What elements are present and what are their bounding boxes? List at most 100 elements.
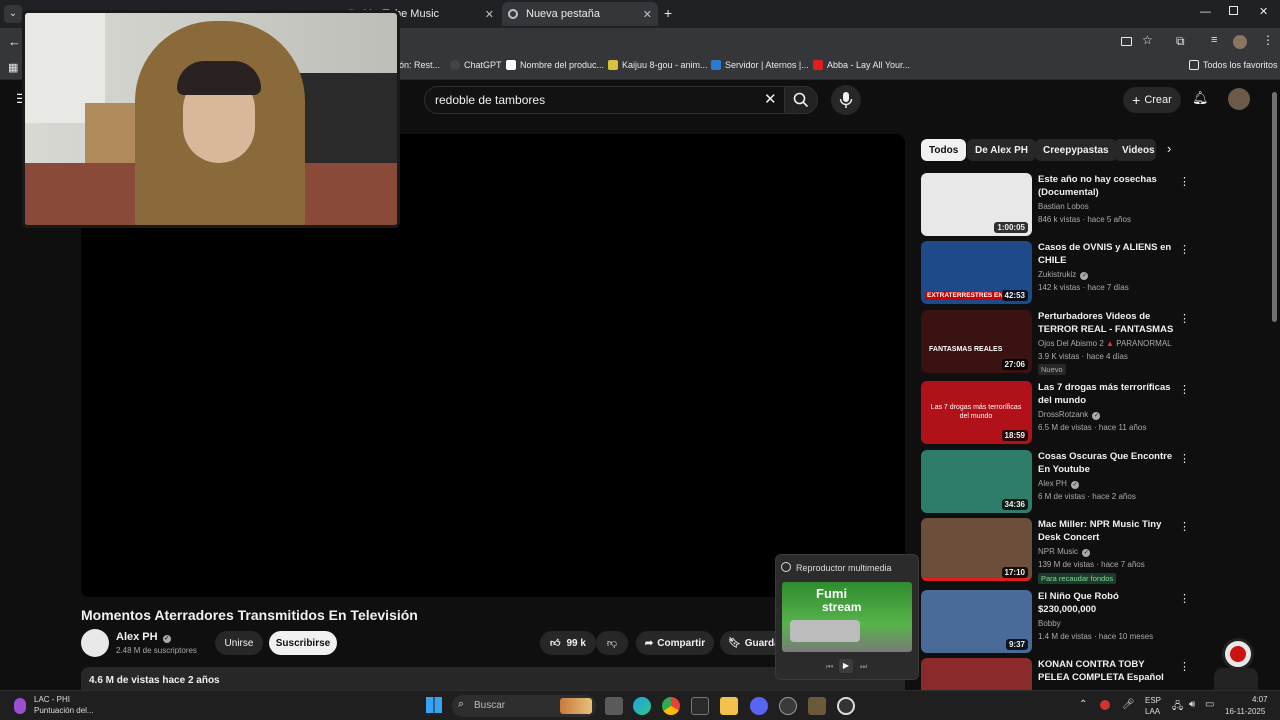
rec-channel[interactable]: Bastian Lobos (1038, 202, 1089, 211)
more-options-icon[interactable]: ⋮ (1179, 383, 1190, 396)
more-options-icon[interactable]: ⋮ (1179, 175, 1190, 188)
extensions-icon[interactable]: ⧉ (1176, 34, 1185, 49)
menu-kebab-icon[interactable]: ⋮ (1262, 33, 1274, 47)
apps-grid-icon[interactable]: ▦ (8, 61, 18, 74)
create-button[interactable]: + Crear (1123, 87, 1181, 113)
chip-from-channel[interactable]: De Alex PH (967, 139, 1036, 161)
tray-app-icon[interactable] (1100, 700, 1110, 710)
channel-avatar[interactable] (81, 629, 109, 657)
taskbar-search[interactable]: ⌕ Buscar (452, 695, 596, 717)
bookmark-item[interactable]: ón: Rest... (399, 60, 440, 70)
bookmark-item[interactable]: ChatGPT (450, 60, 502, 70)
voice-search-button[interactable] (831, 85, 861, 115)
video-thumbnail[interactable]: Las 7 drogas más terroríficas del mundo … (921, 381, 1032, 444)
back-arrow-icon[interactable]: ← (8, 34, 21, 49)
close-window-icon[interactable]: ✕ (1259, 5, 1268, 18)
cast-icon[interactable] (1121, 37, 1132, 46)
like-button[interactable]: 👍︎ 99 k (540, 631, 596, 655)
rec-channel[interactable]: DrossRotzank ✓ (1038, 410, 1101, 420)
volume-icon[interactable]: 🔊︎ (1189, 699, 1195, 710)
rec-title[interactable]: KONAN CONTRA TOBY PELEA COMPLETA Español… (1038, 658, 1176, 685)
close-tab-icon[interactable]: ✕ (485, 8, 494, 21)
microphone-tray-icon[interactable]: 🎤︎ (1122, 699, 1135, 710)
bookmark-item[interactable]: Nombre del produc... (506, 60, 604, 70)
more-options-icon[interactable]: ⋮ (1179, 660, 1190, 673)
video-thumbnail[interactable]: 9:37 (921, 590, 1032, 653)
rec-title[interactable]: El Niño Que Robó $230,000,000 (1038, 590, 1176, 616)
video-thumbnail[interactable]: EXTRATERRESTRES EN 42:53 (921, 241, 1032, 304)
show-hidden-icons-chevron[interactable]: ⌃ (1079, 699, 1087, 710)
video-thumbnail[interactable]: 17:10 (921, 518, 1032, 581)
profile-avatar[interactable] (1233, 35, 1247, 49)
new-tab-plus-icon[interactable]: + (664, 5, 672, 21)
recommendation-item[interactable]: FANTASMAS REALES 27:06 Perturbadores Vid… (921, 310, 1193, 375)
close-tab-icon[interactable]: ✕ (643, 8, 652, 21)
file-explorer-icon[interactable] (720, 697, 738, 715)
all-favorites[interactable]: Todos los favoritos (1189, 60, 1278, 70)
rec-title[interactable]: Perturbadores Videos de TERROR REAL - FA… (1038, 310, 1176, 337)
rec-channel[interactable]: Zukistrukiz ✓ (1038, 270, 1089, 280)
more-options-icon[interactable]: ⋮ (1179, 452, 1190, 465)
recommendation-item[interactable]: 1:00:05 Este año no hay cosechas (Docume… (921, 173, 1193, 237)
rec-channel[interactable]: Ojos Del Abismo 2 ▲ PARANORMAL (1038, 339, 1172, 348)
join-button[interactable]: Unirse (215, 631, 263, 655)
recommendation-item[interactable]: 34:36 Cosas Oscuras Que Encontre En Yout… (921, 450, 1193, 514)
scrollbar-thumb[interactable] (1272, 92, 1277, 322)
chip-creepypastas[interactable]: Creepypastas (1035, 139, 1117, 161)
previous-track-icon[interactable]: ⏮ (826, 662, 833, 672)
language-indicator-1[interactable]: ESP (1145, 696, 1161, 705)
search-button[interactable] (784, 86, 818, 114)
rec-title[interactable]: Cosas Oscuras Que Encontre En Youtube (1038, 450, 1176, 476)
language-indicator-2[interactable]: LAA (1145, 707, 1160, 716)
minimize-icon[interactable]: — (1200, 6, 1211, 18)
more-options-icon[interactable]: ⋮ (1179, 592, 1190, 605)
reading-list-icon[interactable]: ≡ (1211, 34, 1217, 46)
clock-time[interactable]: 4:07 (1252, 695, 1268, 704)
clear-search-icon[interactable]: ✕ (764, 90, 777, 108)
network-icon[interactable]: 🖧︎ (1172, 699, 1183, 716)
rec-title[interactable]: Este año no hay cosechas (Documental) (1038, 173, 1176, 199)
windows-start-icon[interactable] (426, 697, 442, 713)
next-track-icon[interactable]: ⏭ (860, 662, 867, 672)
edge-icon[interactable] (633, 697, 651, 715)
rec-title[interactable]: Casos de OVNIS y ALIENS en CHILE (1038, 241, 1176, 267)
chip-all[interactable]: Todos (921, 139, 967, 161)
game-launcher-icon[interactable] (808, 697, 826, 715)
steam-icon[interactable] (779, 697, 797, 715)
recommendation-item[interactable]: KONAN CONTRA TOBY PELEA COMPLETA Español… (921, 658, 1193, 690)
battery-icon[interactable]: ▭ (1205, 699, 1214, 710)
more-options-icon[interactable]: ⋮ (1179, 312, 1190, 325)
bookmark-item[interactable]: Kaijuu 8-gou - anim... (608, 60, 708, 70)
subscribe-button[interactable]: Suscribirse (269, 631, 337, 655)
clock-date[interactable]: 16-11-2025 (1225, 707, 1265, 716)
search-input[interactable]: redoble de tambores ✕ (424, 86, 790, 114)
chip-videos[interactable]: Videos (1114, 139, 1156, 161)
rec-channel[interactable]: Alex PH ✓ (1038, 479, 1080, 489)
bookmark-item[interactable]: Abba - Lay All Your... (813, 60, 910, 70)
rec-channel[interactable]: NPR Music ✓ (1038, 547, 1091, 557)
video-thumbnail[interactable]: 1:00:05 (921, 173, 1032, 236)
tab-list-button[interactable]: ⌄ (4, 5, 22, 23)
notifications-bell-icon[interactable]: 🔔︎ (1192, 90, 1209, 106)
video-thumbnail[interactable]: FANTASMAS REALES 27:06 (921, 310, 1032, 373)
tab-new-tab[interactable]: Nueva pestaña ✕ (502, 2, 658, 26)
page-scrollbar[interactable] (1270, 80, 1280, 690)
recommendation-item[interactable]: 9:37 El Niño Que Robó $230,000,000 Bobby… (921, 590, 1193, 654)
recommendation-item[interactable]: Las 7 drogas más terroríficas del mundo … (921, 381, 1193, 445)
task-view-icon[interactable] (605, 697, 623, 715)
share-button[interactable]: ➦ Compartir (636, 631, 714, 655)
rec-title[interactable]: Mac Miller: NPR Music Tiny Desk Concert (1038, 518, 1176, 544)
media-thumbnail[interactable]: Fumi stream (782, 582, 912, 652)
rec-title[interactable]: Las 7 drogas más terroríficas del mundo (1038, 381, 1176, 407)
chips-next-chevron-icon[interactable]: › (1167, 141, 1171, 156)
star-bookmark-icon[interactable]: ☆ (1142, 33, 1153, 47)
play-button[interactable]: ▶ (839, 659, 853, 673)
channel-name[interactable]: Alex PH ✓ (116, 631, 171, 643)
more-options-icon[interactable]: ⋮ (1179, 243, 1190, 256)
discord-icon[interactable] (750, 697, 768, 715)
bookmark-item[interactable]: Servidor | Aternos |... (711, 60, 809, 70)
media-player-taskbar-icon[interactable] (837, 697, 855, 715)
video-thumbnail[interactable] (921, 658, 1032, 690)
epic-games-icon[interactable] (691, 697, 709, 715)
video-thumbnail[interactable]: 34:36 (921, 450, 1032, 513)
